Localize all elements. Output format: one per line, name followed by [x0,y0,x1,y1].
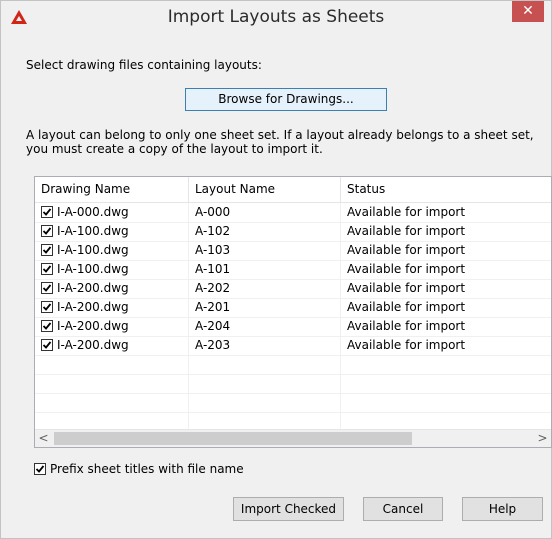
cancel-button[interactable]: Cancel [363,497,443,521]
column-header-drawing-name[interactable]: Drawing Name [35,177,189,202]
prefix-label: Prefix sheet titles with file name [50,462,244,476]
drawing-name-cell: I-A-100.dwg [35,241,189,260]
checkmark-icon [42,322,52,330]
drawing-name-cell: I-A-200.dwg [35,298,189,317]
column-header-layout-name[interactable]: Layout Name [189,177,341,202]
drawing-name-text: I-A-100.dwg [57,243,129,257]
layout-name-cell [189,355,341,374]
close-button[interactable]: ✕ [512,1,544,22]
drawing-name-cell: I-A-200.dwg [35,336,189,355]
drawing-name-cell: I-A-100.dwg [35,222,189,241]
layout-name-cell: A-203 [189,336,341,355]
status-cell: Available for import [347,224,466,238]
status-cell: Available for import [347,262,466,276]
drawing-name-cell [35,374,189,393]
browse-for-drawings-button[interactable]: Browse for Drawings... [185,88,387,111]
import-layouts-dialog: Import Layouts as Sheets ✕ Select drawin… [0,0,552,539]
checkmark-icon [42,284,52,292]
status-cell [341,355,551,374]
layouts-list[interactable]: Drawing Name Layout Name Status I-A-000.… [34,176,552,448]
horizontal-scrollbar[interactable]: < > [35,429,551,447]
row-checkbox[interactable] [41,339,53,351]
table-row [35,355,551,375]
layout-note-text: A layout can belong to only one sheet se… [26,128,534,156]
table-row [35,374,551,394]
status-cell: Available for import [347,281,466,295]
drawing-name-text: I-A-200.dwg [57,281,129,295]
checkmark-icon [42,227,52,235]
select-files-label: Select drawing files containing layouts: [26,58,262,72]
table-row[interactable]: I-A-100.dwg A-101 Available for import [35,260,551,280]
drawing-name-cell: I-A-100.dwg [35,260,189,279]
layout-name-cell: A-000 [189,203,341,222]
table-row [35,393,551,413]
checkmark-icon [42,265,52,273]
close-icon: ✕ [522,3,534,19]
checkmark-icon [42,303,52,311]
table-row[interactable]: I-A-200.dwg A-203 Available for import [35,336,551,356]
drawing-name-text: I-A-100.dwg [57,262,129,276]
layout-name-cell [189,374,341,393]
layout-name-cell: A-101 [189,260,341,279]
drawing-name-text: I-A-000.dwg [57,205,129,219]
checkmark-icon [42,246,52,254]
row-checkbox[interactable] [41,263,53,275]
layout-name-cell: A-202 [189,279,341,298]
layout-name-cell [189,393,341,412]
scroll-left-arrow[interactable]: < [35,430,52,447]
status-cell: Available for import [347,300,466,314]
checkmark-icon [42,208,52,216]
drawing-name-cell [35,355,189,374]
help-button[interactable]: Help [462,497,543,521]
layout-name-cell: A-102 [189,222,341,241]
table-row[interactable]: I-A-200.dwg A-201 Available for import [35,298,551,318]
status-cell: Available for import [347,319,466,333]
status-cell: Available for import [347,205,466,219]
import-checked-button[interactable]: Import Checked [233,497,344,521]
scroll-right-arrow[interactable]: > [534,430,551,447]
prefix-checkbox[interactable] [34,463,46,475]
drawing-name-text: I-A-100.dwg [57,224,129,238]
layout-name-cell: A-201 [189,298,341,317]
table-row[interactable]: I-A-000.dwg A-000 Available for import [35,203,551,223]
row-checkbox[interactable] [41,320,53,332]
title-bar[interactable]: Import Layouts as Sheets ✕ [1,1,551,35]
row-checkbox[interactable] [41,244,53,256]
checkmark-icon [35,465,45,473]
table-row[interactable]: I-A-200.dwg A-202 Available for import [35,279,551,299]
drawing-name-cell: I-A-000.dwg [35,203,189,222]
row-checkbox[interactable] [41,206,53,218]
table-row[interactable]: I-A-100.dwg A-102 Available for import [35,222,551,242]
drawing-name-cell [35,393,189,412]
status-cell [341,374,551,393]
status-cell [341,393,551,412]
row-checkbox[interactable] [41,301,53,313]
dialog-title: Import Layouts as Sheets [167,7,385,27]
row-checkbox[interactable] [41,282,53,294]
list-header: Drawing Name Layout Name Status [35,177,551,203]
table-row[interactable]: I-A-100.dwg A-103 Available for import [35,241,551,261]
column-header-status[interactable]: Status [341,177,551,202]
scrollbar-thumb[interactable] [54,432,412,445]
status-cell: Available for import [347,243,466,257]
drawing-name-text: I-A-200.dwg [57,319,129,333]
status-cell: Available for import [347,338,466,352]
layout-name-cell: A-204 [189,317,341,336]
drawing-name-text: I-A-200.dwg [57,338,129,352]
drawing-name-text: I-A-200.dwg [57,300,129,314]
row-checkbox[interactable] [41,225,53,237]
drawing-name-cell: I-A-200.dwg [35,317,189,336]
table-row[interactable]: I-A-200.dwg A-204 Available for import [35,317,551,337]
drawing-name-cell: I-A-200.dwg [35,279,189,298]
checkmark-icon [42,341,52,349]
layout-name-cell: A-103 [189,241,341,260]
